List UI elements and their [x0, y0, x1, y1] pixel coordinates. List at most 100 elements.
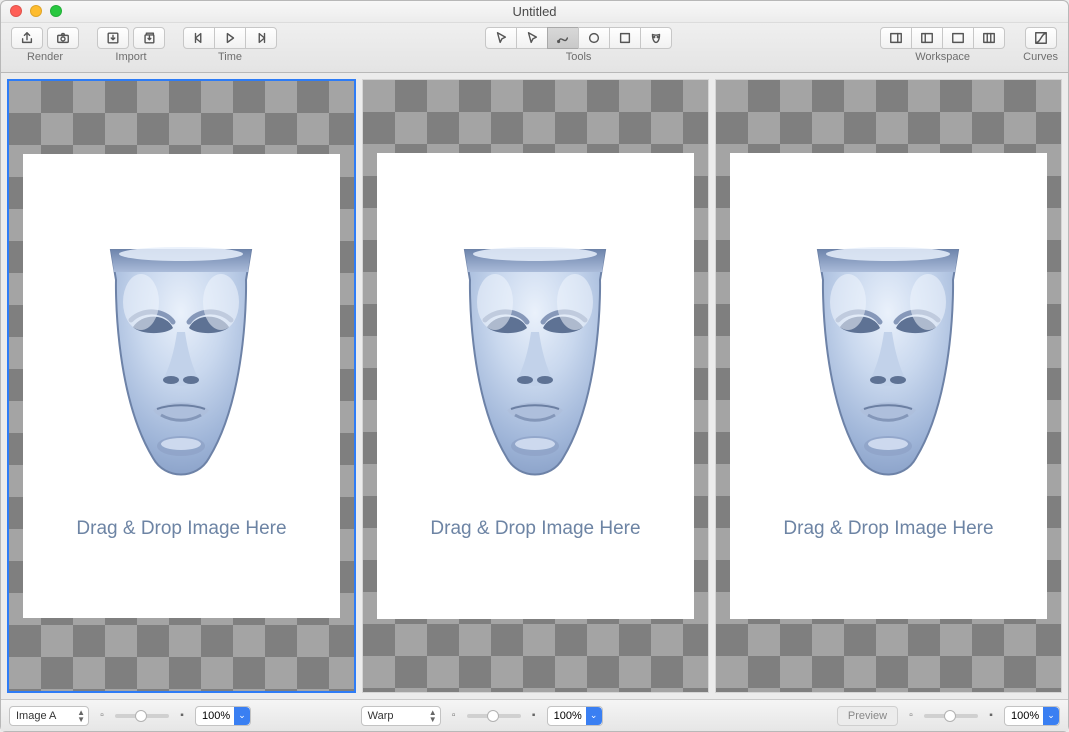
layout-left-icon	[920, 31, 934, 45]
canvas-c[interactable]: Drag & Drop Image Here	[716, 80, 1061, 692]
camera-icon	[56, 31, 70, 45]
footer-strip-right: Preview ▫ ▪ 100% ⌄	[712, 706, 1060, 726]
toolbar-label-tools: Tools	[566, 51, 592, 63]
drop-zone-b[interactable]: Drag & Drop Image Here	[377, 153, 694, 618]
direct-select-icon	[525, 31, 539, 45]
footer: Image A ▲▼ ▫ ▪ 100% ⌄ Warp ▲▼ ▫ ▪ 100% ⌄	[1, 699, 1068, 731]
chevron-down-icon: ⌄	[234, 707, 250, 725]
toolbar-label-time: Time	[218, 51, 242, 63]
canvas-b[interactable]: Drag & Drop Image Here	[363, 80, 708, 692]
drop-zone-c[interactable]: Drag & Drop Image Here	[730, 153, 1047, 618]
import-single-button[interactable]	[97, 27, 129, 49]
zoom-field-a[interactable]: 100% ⌄	[195, 706, 251, 726]
image-selector-a[interactable]: Image A ▲▼	[9, 706, 89, 726]
toolbar-group-import: Import	[97, 27, 165, 63]
mode-selector[interactable]: Warp ▲▼	[361, 706, 441, 726]
step-forward-button[interactable]	[245, 27, 277, 49]
zoom-out-icon[interactable]: ▫	[447, 709, 461, 723]
zoom-window-button[interactable]	[50, 5, 62, 17]
titlebar: Untitled	[1, 1, 1068, 23]
zoom-value-b: 100%	[554, 710, 582, 722]
step-back-button[interactable]	[183, 27, 215, 49]
camera-button[interactable]	[47, 27, 79, 49]
pane-c[interactable]: Drag & Drop Image Here	[715, 79, 1062, 693]
play-button[interactable]	[214, 27, 246, 49]
tool-warp[interactable]	[547, 27, 579, 49]
zoom-value-c: 100%	[1011, 710, 1039, 722]
download-stack-icon	[142, 31, 156, 45]
chevron-down-icon: ⌄	[586, 707, 602, 725]
drop-zone-a[interactable]: Drag & Drop Image Here	[23, 154, 340, 618]
circle-icon	[587, 31, 601, 45]
zoom-field-b[interactable]: 100% ⌄	[547, 706, 603, 726]
toolbar-group-time: Time	[183, 27, 277, 63]
square-icon	[618, 31, 632, 45]
toolbar-label-render: Render	[27, 51, 63, 63]
tool-circle[interactable]	[578, 27, 610, 49]
toolbar: Render Import	[1, 23, 1068, 73]
image-selector-a-value: Image A	[16, 710, 56, 722]
import-multi-button[interactable]	[133, 27, 165, 49]
slider-thumb[interactable]	[135, 710, 147, 722]
toolbar-group-workspace: Workspace	[880, 27, 1005, 63]
footer-strip-left: Image A ▲▼ ▫ ▪ 100% ⌄	[9, 706, 357, 726]
stepper-arrows-icon: ▲▼	[429, 709, 437, 723]
tool-direct-select[interactable]	[516, 27, 548, 49]
canvas-a[interactable]: Drag & Drop Image Here	[9, 81, 354, 691]
zoom-slider-b[interactable]	[467, 714, 521, 718]
window-title: Untitled	[512, 4, 556, 19]
app-window: Untitled Render	[0, 0, 1069, 732]
layout-columns-icon	[982, 31, 996, 45]
footer-strip-center: Warp ▲▼ ▫ ▪ 100% ⌄	[361, 706, 709, 726]
zoom-in-icon[interactable]: ▪	[527, 709, 541, 723]
drop-zone-label-a: Drag & Drop Image Here	[76, 518, 286, 540]
toolbar-label-import: Import	[115, 51, 146, 63]
layout-3-button[interactable]	[942, 27, 974, 49]
share-button[interactable]	[11, 27, 43, 49]
zoom-out-icon[interactable]: ▫	[904, 709, 918, 723]
zoom-slider-a[interactable]	[115, 714, 169, 718]
slider-thumb[interactable]	[944, 710, 956, 722]
share-icon	[20, 31, 34, 45]
zoom-in-icon[interactable]: ▪	[175, 709, 189, 723]
layout-4-button[interactable]	[973, 27, 1005, 49]
preview-button-label: Preview	[848, 710, 887, 722]
window-controls	[10, 5, 62, 17]
toolbar-label-curves: Curves	[1023, 51, 1058, 63]
pane-b[interactable]: Drag & Drop Image Here	[362, 79, 709, 693]
chevron-down-icon: ⌄	[1043, 707, 1059, 725]
zoom-in-icon[interactable]: ▪	[984, 709, 998, 723]
download-icon	[106, 31, 120, 45]
toolbar-label-workspace: Workspace	[915, 51, 970, 63]
pane-a[interactable]: Drag & Drop Image Here	[7, 79, 356, 693]
layout-full-icon	[951, 31, 965, 45]
toolbar-group-curves: Curves	[1023, 27, 1058, 63]
toolbar-group-tools: Tools	[485, 27, 672, 63]
slider-thumb[interactable]	[487, 710, 499, 722]
curves-button[interactable]	[1025, 27, 1057, 49]
layout-1-button[interactable]	[880, 27, 912, 49]
mask-placeholder-icon	[81, 232, 281, 492]
mask-placeholder-icon	[435, 232, 635, 492]
zoom-field-c[interactable]: 100% ⌄	[1004, 706, 1060, 726]
tool-pointer[interactable]	[485, 27, 517, 49]
minimize-window-button[interactable]	[30, 5, 42, 17]
curves-icon	[1034, 31, 1048, 45]
stepper-arrows-icon: ▲▼	[77, 709, 85, 723]
step-forward-icon	[254, 31, 268, 45]
toolbar-group-render: Render	[11, 27, 79, 63]
tool-rectangle[interactable]	[609, 27, 641, 49]
layout-right-icon	[889, 31, 903, 45]
warp-icon	[556, 31, 570, 45]
mask-icon	[649, 31, 663, 45]
zoom-out-icon[interactable]: ▫	[95, 709, 109, 723]
zoom-slider-c[interactable]	[924, 714, 978, 718]
mode-selector-value: Warp	[368, 710, 394, 722]
drop-zone-label-c: Drag & Drop Image Here	[783, 518, 993, 540]
play-icon	[223, 31, 237, 45]
tool-mask[interactable]	[640, 27, 672, 49]
preview-button[interactable]: Preview	[837, 706, 898, 726]
layout-2-button[interactable]	[911, 27, 943, 49]
close-window-button[interactable]	[10, 5, 22, 17]
zoom-value-a: 100%	[202, 710, 230, 722]
